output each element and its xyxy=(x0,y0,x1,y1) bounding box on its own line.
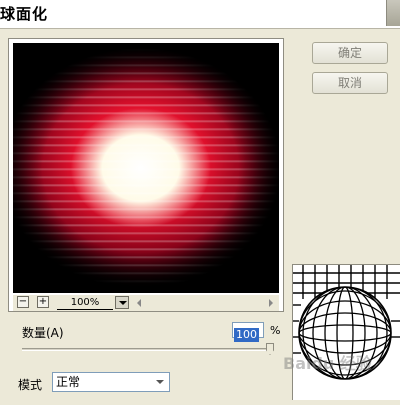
title-bar: 球面化 xyxy=(0,0,400,28)
amount-slider-track[interactable] xyxy=(22,348,272,351)
plus-icon[interactable]: + xyxy=(37,296,49,308)
amount-input[interactable]: 100 xyxy=(232,322,264,342)
amount-value: 100 xyxy=(234,328,259,342)
mode-label: 模式 xyxy=(18,378,43,392)
minus-icon[interactable]: − xyxy=(17,296,29,308)
preview-vignette xyxy=(13,43,279,293)
close-icon[interactable] xyxy=(386,0,400,26)
mode-select[interactable]: 正常 xyxy=(52,372,170,392)
preview-panel: − + 100% xyxy=(8,38,284,312)
mode-selected-value: 正常 xyxy=(56,375,81,389)
scroll-left-arrow-icon[interactable] xyxy=(135,298,143,308)
chevron-down-icon[interactable] xyxy=(115,296,129,309)
cancel-button[interactable]: 取消 xyxy=(312,72,388,94)
filter-preview-image[interactable] xyxy=(13,43,279,293)
watermark-text: Baidu 经验 xyxy=(283,354,372,373)
ok-button[interactable]: 确定 xyxy=(312,42,388,64)
dialog-title: 球面化 xyxy=(0,5,49,23)
watermark-logo: Baidu 经验 xyxy=(283,350,400,390)
scroll-right-arrow-icon[interactable] xyxy=(267,298,275,308)
amount-label: 数量(A) xyxy=(22,326,64,340)
chevron-down-icon[interactable] xyxy=(152,374,168,390)
zoom-value: 100% xyxy=(57,295,113,310)
amount-unit: % xyxy=(270,324,281,337)
zoom-bar: − + 100% xyxy=(13,295,279,311)
